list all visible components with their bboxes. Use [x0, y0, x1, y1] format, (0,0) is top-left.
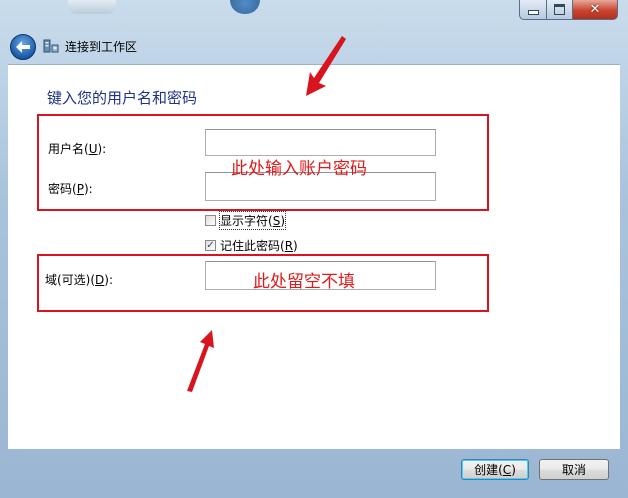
annotation-arrow-up	[306, 36, 346, 96]
caption-buttons: ✕	[519, 0, 618, 20]
show-chars-check-box[interactable]	[205, 215, 216, 226]
network-workplace-icon	[43, 39, 59, 53]
back-arrow-icon	[16, 41, 30, 53]
minimize-icon	[527, 10, 539, 15]
create-button[interactable]: 创建(C)	[461, 459, 529, 480]
maximize-button[interactable]	[547, 0, 573, 20]
background-globe-icon	[230, 0, 260, 14]
window-frame: ✕ 连接到工作区 键入您的用户名和密码 用户名(U): 密码(P): 显示字符(…	[0, 0, 628, 498]
remember-password-label: 记住此密码(R)	[220, 239, 298, 253]
page-title: 键入您的用户名和密码	[47, 89, 198, 107]
close-icon: ✕	[589, 2, 601, 17]
annotation-note-credentials: 此处输入账户密码	[231, 159, 367, 179]
annotation-note-domain: 此处留空不填	[253, 272, 355, 292]
close-button[interactable]: ✕	[573, 0, 618, 20]
annotation-arrow-down	[187, 330, 214, 392]
show-chars-label: 显示字符(S)	[219, 211, 286, 230]
checkmark-icon: ✓	[206, 239, 215, 251]
remember-password-check-box[interactable]: ✓	[205, 240, 216, 251]
cancel-button[interactable]: 取消	[539, 459, 609, 480]
show-chars-checkbox[interactable]: 显示字符(S)	[205, 211, 286, 230]
remember-password-checkbox[interactable]: ✓ 记住此密码(R)	[205, 237, 298, 254]
background-desktop-icon	[68, 0, 116, 14]
minimize-button[interactable]	[519, 0, 547, 20]
back-button[interactable]	[10, 34, 36, 60]
window-title: 连接到工作区	[65, 40, 138, 54]
maximize-icon	[554, 4, 565, 15]
